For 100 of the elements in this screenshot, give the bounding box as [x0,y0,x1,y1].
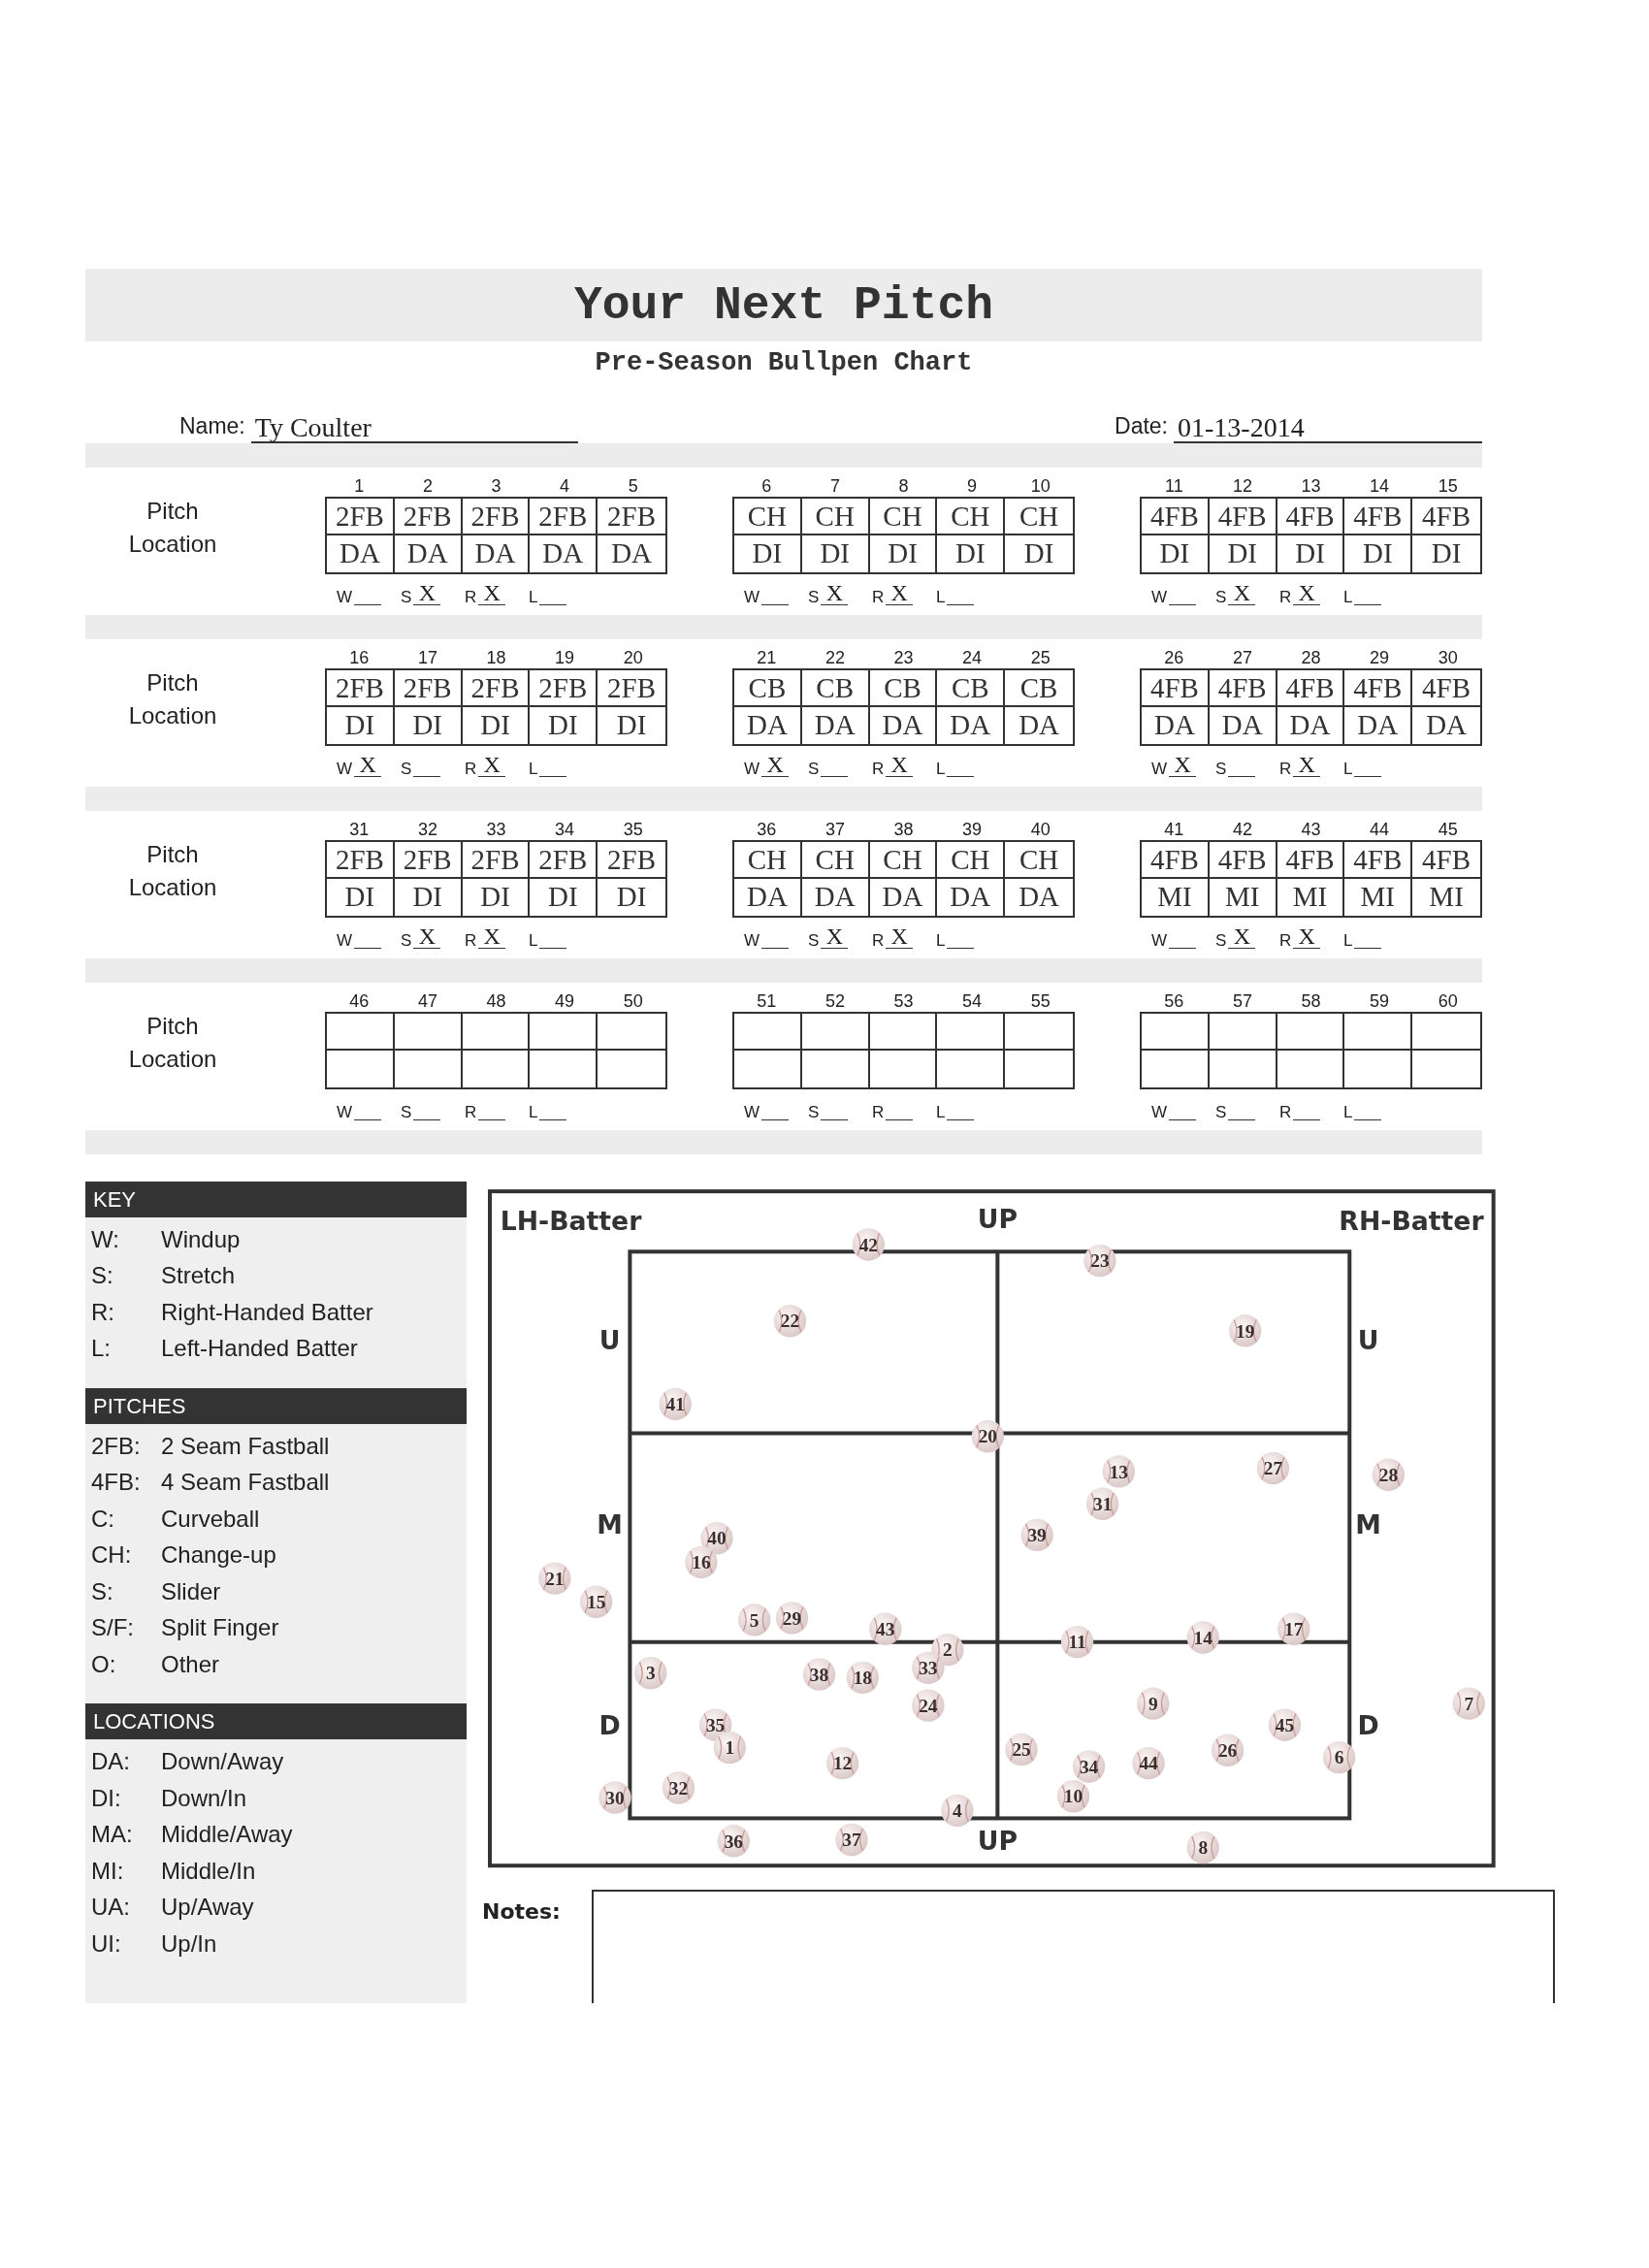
batter-label: RH-Batter [1339,1205,1484,1236]
section-header: KEY [85,1181,467,1217]
pitch-number: 27 [1232,646,1252,668]
pitch-number: 7 [829,474,840,497]
pitch-number: 46 [349,989,370,1012]
table-cell: 2FB [462,498,531,535]
baseball-marker: 4 [941,1794,974,1827]
key-meaning: Down/Away [161,1747,284,1777]
key-code: W: [91,1224,120,1254]
mark-label: S [808,1103,820,1120]
table-cell: DA [734,706,802,744]
key-meaning: Slider [161,1576,221,1606]
fill-in-line: X [1228,923,1256,949]
table-cell: DA [801,706,870,744]
table-cell: DI [530,706,598,744]
key-meaning: 2 Seam Fastball [161,1431,330,1461]
table-cell: 2FB [530,498,598,535]
pitch-number: 2 [422,474,433,497]
mark-label: W [744,588,760,605]
table-cell: 2FB [327,841,395,879]
baseball-marker: 45 [1268,1708,1302,1741]
table-cell: CB [801,669,870,707]
key-code: MI: [91,1856,125,1886]
table-cell: DI [801,535,870,572]
baseball-marker: 34 [1072,1750,1106,1783]
chart-subtitle: Pre-Season Bullpen Chart [594,347,974,379]
table-cell: DA [937,706,1006,744]
baseball-marker: 20 [971,1419,1005,1453]
key-code: DI: [91,1783,122,1813]
zone-label: M [1355,1508,1381,1539]
mark-label: R [465,931,477,949]
mark-label: L [936,1103,946,1120]
baseball-marker: 5 [738,1604,771,1636]
mark-label: W [1151,588,1168,605]
pitch-number: 28 [1301,646,1321,668]
table-cell: DA [394,535,463,572]
pitch-number: 13 [1301,474,1321,497]
pitch-number: 59 [1370,989,1390,1012]
table-cell: 2FB [462,841,531,879]
table-cell-text: DI [615,879,648,914]
mark-label: W [744,760,760,777]
baseball-marker: 1 [713,1731,747,1765]
table-cell: 4FB [1277,669,1345,707]
table-cell: 4FB [1412,841,1480,879]
mark-label: W [1151,931,1168,949]
table-cell: CB [869,669,938,707]
mark-label: W [337,760,353,777]
mark-label: S [401,588,412,605]
pitch-number: 48 [486,989,506,1012]
table-cell: DA [937,878,1006,916]
pitch-number: 12 [1232,474,1252,497]
table-cell: DI [530,878,598,916]
baseball-marker: 25 [1005,1733,1038,1766]
table-cell: 2FB [327,669,395,707]
key-code: UI: [91,1928,122,1959]
mark-label: S [808,931,820,949]
baseball-marker: 6 [1322,1740,1356,1774]
mark-label: L [529,588,538,605]
zone-label: D [598,1709,621,1740]
fill-in-line: X [886,751,914,777]
table-cell: 4FB [1412,669,1480,707]
key-code: R: [91,1297,115,1327]
fill-in-line: X [354,751,382,777]
pitch-number: 40 [1030,818,1051,840]
key-meaning: Other [161,1649,220,1679]
row-label: Pitch [146,498,199,525]
mark-label: L [529,931,538,949]
pitch-number: 43 [1301,818,1321,840]
table-cell: CH [1005,841,1073,879]
fill-in-line: X [821,923,849,949]
table-cell: CH [734,498,802,535]
key-code: S: [91,1261,114,1291]
table-cell: DA [869,878,938,916]
mark-label: R [465,1103,477,1120]
mark-label: W [337,931,353,949]
mark-label: W [337,588,353,605]
pitch-number: 10 [1030,474,1051,497]
pitch-number: 34 [555,818,575,840]
mark-label: R [1279,1103,1292,1120]
pitch-number: 30 [1438,646,1458,668]
table-cell: MI [1209,878,1277,916]
mark-label: W [744,1103,760,1120]
pitch-number: 32 [417,818,437,840]
table-cell: CH [869,498,938,535]
key-meaning: Change-up [161,1540,276,1571]
table-cell: 2FB [394,669,463,707]
baseball-marker: 15 [579,1585,613,1618]
mark-label: S [1215,760,1227,777]
pitch-number: 60 [1438,989,1458,1012]
table-cell: 2FB [394,841,463,879]
baseball-marker: 21 [538,1562,571,1595]
table-cell: DI [937,535,1006,572]
mark-label: S [401,931,412,949]
table-cell: DI [394,878,463,916]
table-cell: 2FB [394,498,463,535]
table-cell: CH [869,841,938,879]
baseball-marker: 43 [869,1612,902,1645]
mark-label: S [401,1103,412,1120]
table-cell: 2FB [598,669,665,707]
baseball-marker: 27 [1256,1451,1290,1485]
